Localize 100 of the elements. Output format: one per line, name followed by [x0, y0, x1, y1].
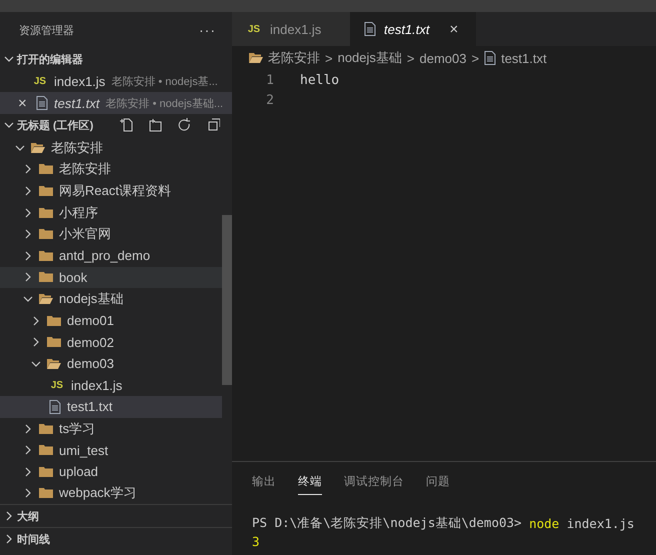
editor-tab[interactable]: JS index1.js: [232, 12, 350, 46]
close-icon[interactable]: ×: [450, 20, 462, 38]
chevron-right-icon[interactable]: [23, 445, 33, 456]
js-file-icon: JS: [246, 24, 262, 34]
chevron-right-icon[interactable]: [23, 208, 33, 218]
panel-tab[interactable]: 问题: [426, 466, 450, 494]
breadcrumb-separator: >: [471, 50, 480, 66]
file-tree-item[interactable]: JS index1.js: [0, 374, 222, 396]
chevron-down-icon[interactable]: [23, 294, 33, 304]
breadcrumb-item[interactable]: test1.txt: [501, 50, 547, 66]
js-file-icon: JS: [32, 76, 48, 86]
folder-tree-item[interactable]: demo02: [0, 331, 222, 353]
tree-item-label: upload: [59, 464, 98, 480]
tree-item-label: demo01: [67, 313, 114, 328]
tree-item-label: webpack学习: [59, 484, 136, 502]
folder-tree-item[interactable]: upload: [0, 460, 222, 482]
breadcrumb-item[interactable]: 老陈安排: [268, 49, 320, 67]
open-folder-icon: [249, 52, 263, 64]
chevron-right-icon[interactable]: [31, 337, 41, 348]
more-actions-icon[interactable]: ···: [199, 22, 216, 38]
breadcrumb-separator: >: [406, 50, 414, 66]
chevron-right-icon[interactable]: [23, 229, 33, 240]
folder-icon: [47, 314, 61, 327]
chevron-right-icon[interactable]: [4, 511, 14, 521]
folder-icon: [39, 228, 53, 240]
line-number: 2: [265, 92, 274, 108]
terminal-line: PS D:\准备\老陈安排\nodejs基础\demo03> node index1.js: [252, 514, 636, 532]
folder-tree-item[interactable]: umi_test: [0, 439, 222, 461]
chevron-down-icon[interactable]: [31, 358, 41, 369]
chevron-right-icon[interactable]: [23, 466, 33, 477]
breadcrumb-item[interactable]: demo03: [420, 50, 466, 66]
sidebar-title: 资源管理器: [19, 24, 74, 38]
folder-icon: [39, 422, 53, 435]
section-title[interactable]: 打开的编辑器: [17, 52, 83, 66]
chevron-right-icon[interactable]: [4, 534, 14, 544]
scrollbar-thumb[interactable]: [222, 215, 232, 385]
folder-tree-item[interactable]: nodejs基础: [0, 288, 222, 310]
js-file-icon: JS: [49, 380, 65, 391]
code-line: hello: [300, 72, 340, 88]
folder-tree-item[interactable]: 老陈安排: [0, 137, 222, 159]
editor-tab[interactable]: test1.txt ×: [350, 12, 476, 46]
chevron-right-icon[interactable]: [23, 164, 33, 174]
tree-item-label: 老陈安排: [59, 160, 111, 178]
chevron-right-icon[interactable]: [23, 250, 33, 261]
panel-tab[interactable]: 终端: [298, 466, 322, 494]
folder-tree-item[interactable]: book: [0, 266, 222, 288]
tree-item-label: 网易React课程资料: [59, 182, 171, 200]
breadcrumb-separator: >: [325, 50, 333, 66]
section-title[interactable]: 无标题 (工作区): [17, 118, 94, 132]
toolbar-icons-drawing[interactable]: [120, 118, 220, 132]
tree-item-label: nodejs基础: [59, 290, 124, 308]
tree-item-label: ts学习: [59, 420, 96, 438]
folder-tree-item[interactable]: 小米官网: [0, 223, 222, 245]
tree-item-label: index1.js: [71, 378, 122, 393]
close-icon[interactable]: ×: [18, 94, 30, 112]
line-number: 1: [265, 72, 274, 88]
document-icon: [364, 22, 376, 36]
tree-item-label: demo02: [67, 334, 114, 350]
chevron-right-icon[interactable]: [23, 186, 33, 196]
tree-item-label: test1.txt: [67, 399, 113, 414]
chevron-right-icon[interactable]: [23, 272, 33, 282]
file-path: 老陈安排 • nodejs基础...: [106, 96, 224, 110]
section-title[interactable]: 时间线: [17, 532, 50, 546]
tree-item-label: 小程序: [59, 204, 98, 222]
tree-item-label: 小米官网: [59, 225, 111, 244]
folder-icon: [39, 163, 53, 176]
folder-icon: [39, 466, 53, 478]
file-path: 老陈安排 • nodejs基...: [111, 74, 218, 88]
folder-tree-item[interactable]: webpack学习: [0, 482, 222, 504]
file-tree-item[interactable]: test1.txt: [0, 396, 222, 418]
tree-item-label: book: [59, 270, 88, 285]
folder-tree-item[interactable]: demo03: [0, 352, 222, 375]
folder-icon: [39, 206, 53, 219]
chevron-down-icon[interactable]: [4, 54, 14, 64]
chevron-down-icon[interactable]: [4, 120, 14, 130]
section-title[interactable]: 大纲: [17, 508, 39, 524]
open-folder-icon: [31, 142, 45, 154]
folder-tree-item[interactable]: 老陈安排: [0, 158, 222, 180]
folder-tree-item[interactable]: demo01: [0, 310, 222, 332]
folder-tree-item[interactable]: 网易React课程资料: [0, 180, 222, 202]
chevron-down-icon[interactable]: [15, 142, 25, 153]
breadcrumb-item[interactable]: nodejs基础: [338, 49, 402, 67]
panel-tab[interactable]: 调试控制台: [344, 466, 404, 494]
open-editor-item[interactable]: × test1.txt 老陈安排 • nodejs基础...: [0, 92, 232, 114]
open-folder-icon: [47, 358, 61, 370]
panel-tab[interactable]: 输出: [252, 466, 276, 494]
chevron-right-icon[interactable]: [31, 316, 41, 326]
chevron-right-icon[interactable]: [23, 424, 33, 434]
folder-tree-item[interactable]: ts学习: [0, 418, 222, 440]
tree-item-label: antd_pro_demo: [59, 248, 150, 264]
open-editor-item[interactable]: JS index1.js 老陈安排 • nodejs基...: [0, 70, 232, 92]
terminal-line: 3: [252, 532, 261, 550]
folder-tree-item[interactable]: 小程序: [0, 202, 222, 224]
folder-icon: [39, 271, 53, 284]
folder-tree-item[interactable]: antd_pro_demo: [0, 244, 222, 267]
chevron-right-icon[interactable]: [23, 488, 33, 498]
folder-icon: [39, 444, 53, 456]
folder-icon: [47, 336, 61, 348]
open-folder-icon: [39, 292, 53, 305]
file-name: test1.txt: [54, 96, 100, 110]
